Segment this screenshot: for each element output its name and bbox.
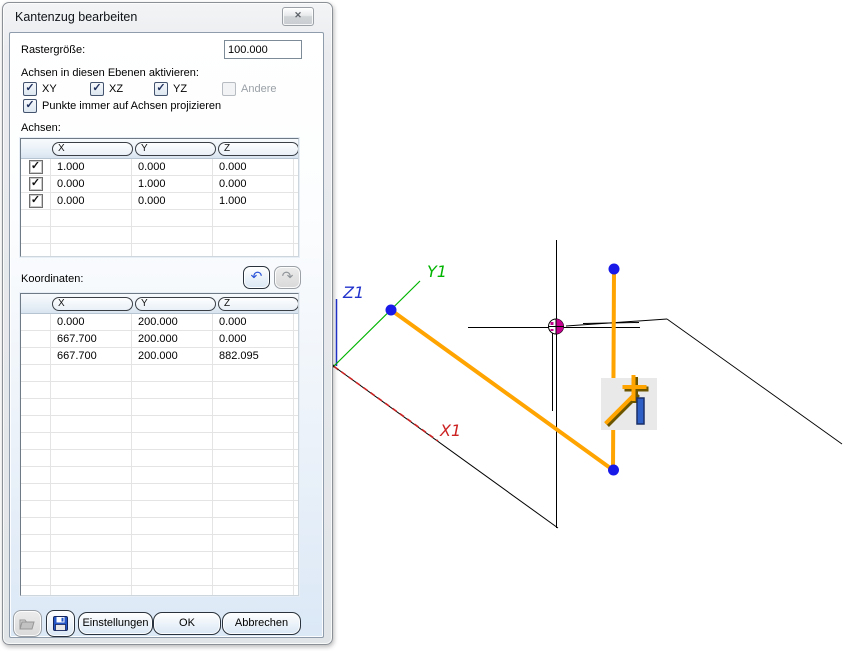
checkbox-xy-label: XY [42,83,57,95]
checkbox-andere-label: Andere [241,83,277,95]
checkbox-option-yz[interactable]: ✓ YZ [154,82,187,96]
raster-label: Rastergröße: [21,44,86,56]
tool-cursor-icon [601,375,657,430]
checkbox-option-projizieren[interactable]: ✓ Punkte immer auf Achsen projizieren [23,99,221,113]
x-axis-line [333,365,439,442]
x-axis-label: X1 [439,421,461,440]
checkbox-projizieren-label: Punkte immer auf Achsen projizieren [42,100,222,112]
coordinates-table: X Y Z 0.000 200.000 0.000 667.700 200.00… [20,293,299,596]
checkbox-option-andere: Andere [222,82,276,96]
check-icon: ✓ [156,82,166,94]
y-axis-label: Y1 [427,262,447,281]
table-row-empty [21,416,298,433]
title-bar[interactable]: Kantenzug bearbeiten ✕ [3,3,332,31]
table-row-empty [21,552,298,569]
column-header-x[interactable]: X [52,296,133,311]
table-row-empty [21,535,298,552]
table-row-empty [21,467,298,484]
planes-section-label: Achsen in diesen Ebenen aktivieren: [21,67,199,79]
table-row-empty [21,518,298,535]
checkbox-projizieren[interactable]: ✓ [23,99,37,113]
coords-table-body: 0.000 200.000 0.000 667.700 200.000 0.00… [21,314,298,595]
table-row[interactable]: ✓ 1.000 0.000 0.000 [21,159,298,176]
coords-table-header: X Y Z [21,294,298,314]
vertex-point-1[interactable] [385,304,397,316]
settings-button[interactable]: Einstellungen [78,612,153,635]
window-title: Kantenzug bearbeiten [15,10,138,24]
column-header-x[interactable]: X [52,141,133,156]
axes-table: X Y Z ✓ 1.000 0.000 0.000 ✓ 0.000 1.000 … [20,138,299,257]
ok-button[interactable]: OK [153,612,221,635]
row-checkbox[interactable]: ✓ [28,160,43,174]
undo-icon: ↶ [250,268,263,284]
app-root: { "window": { "title": "Kantenzug bearbe… [0,0,850,651]
checkbox-yz-label: YZ [173,83,188,95]
table-row-empty [21,569,298,586]
table-row-empty [21,382,298,399]
check-icon: ✓ [25,82,35,94]
vertex-point-3[interactable] [608,263,620,275]
column-header-z[interactable]: Z [218,141,298,156]
checkbox-xz-label: XZ [109,83,124,95]
cancel-button[interactable]: Abbrechen [222,612,301,635]
raster-input[interactable] [224,40,302,59]
table-row-empty [21,433,298,450]
table-row-empty [21,484,298,501]
table-row-empty [21,501,298,518]
axes-table-body: ✓ 1.000 0.000 0.000 ✓ 0.000 1.000 0.000 … [21,159,298,256]
model-edge-top2 [582,322,640,324]
checkbox-xz[interactable]: ✓ [90,82,104,96]
check-icon: ✓ [92,82,102,94]
table-row-empty [21,399,298,416]
table-row-empty [21,365,298,382]
table-row[interactable]: 667.700 200.000 0.000 [21,331,298,348]
table-row-empty [21,450,298,467]
row-checkbox[interactable]: ✓ [28,177,43,191]
table-row-empty [21,227,298,244]
redo-icon: ↷ [281,268,294,284]
koordinaten-label: Koordinaten: [21,273,84,285]
checkbox-option-xz[interactable]: ✓ XZ [90,82,123,96]
dialog-kantenzug-bearbeiten: Kantenzug bearbeiten ✕ Rastergröße: Achs… [2,2,333,645]
table-row-empty [21,244,298,256]
table-row[interactable]: 667.700 200.000 882.095 [21,348,298,365]
model-edge-bottom [333,366,559,529]
folder-open-icon [19,619,35,629]
table-row-empty [21,210,298,227]
content-panel: Rastergröße: Achsen in diesen Ebenen akt… [9,32,324,638]
checkbox-yz[interactable]: ✓ [154,82,168,96]
checkbox-andere [222,82,236,96]
table-row-empty [21,586,298,595]
row-checkbox[interactable]: ✓ [28,194,43,208]
achsen-label: Achsen: [21,122,61,134]
close-icon: ✕ [294,10,302,20]
z-axis-label: Z1 [342,283,364,302]
save-button[interactable] [46,610,75,637]
vertex-point-2[interactable] [608,464,619,476]
polyline-edge[interactable] [389,269,616,474]
open-button [13,610,42,637]
undo-button[interactable]: ↶ [243,266,270,289]
model-edge-right [666,318,843,445]
column-header-z[interactable]: Z [218,296,298,311]
check-icon: ✓ [25,99,35,111]
checkbox-option-xy[interactable]: ✓ XY [23,82,57,96]
axes-table-header: X Y Z [21,139,298,159]
table-row[interactable]: ✓ 0.000 0.000 1.000 [21,193,298,210]
save-icon [53,616,68,631]
snap-indicator-icon [548,318,564,335]
checkbox-xy[interactable]: ✓ [23,82,37,96]
table-row[interactable]: ✓ 0.000 1.000 0.000 [21,176,298,193]
table-row[interactable]: 0.000 200.000 0.000 [21,314,298,331]
column-header-y[interactable]: Y [135,141,216,156]
column-header-y[interactable]: Y [135,296,216,311]
close-button[interactable]: ✕ [282,7,314,26]
redo-button: ↷ [274,266,301,289]
